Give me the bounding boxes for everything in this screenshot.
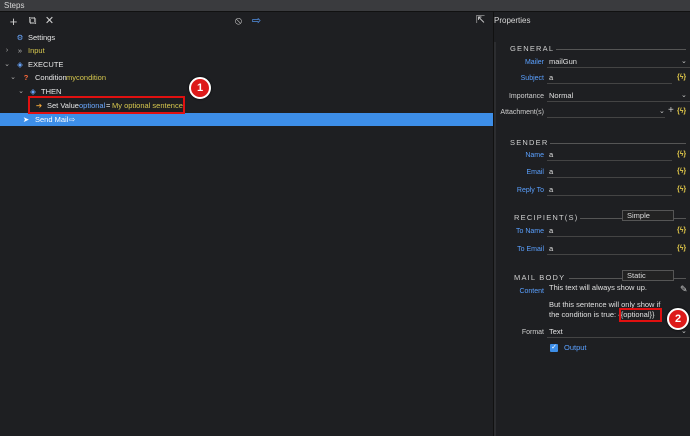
format-select[interactable]: Text bbox=[547, 326, 690, 338]
tree-item-sendmail[interactable]: ➤ Send Mail ⇨ bbox=[0, 113, 493, 126]
attachments-field[interactable] bbox=[547, 106, 665, 118]
sender-name-label: Name bbox=[525, 152, 544, 159]
subject-field[interactable]: a bbox=[547, 72, 672, 84]
panel-icon[interactable]: ⇱ bbox=[474, 14, 487, 27]
dynamic-data-icon[interactable]: {ϟ} bbox=[677, 245, 686, 252]
condition-name: mycondition bbox=[66, 73, 107, 82]
add-attachment-icon[interactable]: + bbox=[668, 105, 674, 116]
tree-item-input[interactable]: › » Input bbox=[0, 44, 493, 57]
double-chevron-icon: » bbox=[17, 46, 23, 55]
properties-panel: ⇱ Properties GENERAL Mailer mailGun ⌄ Su… bbox=[476, 12, 690, 436]
reply-to-label: Reply To bbox=[516, 187, 544, 194]
dynamic-data-icon[interactable]: {ϟ} bbox=[677, 227, 686, 234]
dynamic-data-icon[interactable]: {ϟ} bbox=[677, 151, 686, 158]
section-divider bbox=[556, 49, 686, 50]
tree-item-execute[interactable]: ⌄ ◈ EXECUTE bbox=[0, 58, 493, 71]
highlight-box-1 bbox=[28, 96, 185, 114]
delete-icon[interactable]: ✕ bbox=[43, 15, 56, 28]
export-icon[interactable]: ⇨ bbox=[250, 15, 263, 28]
mailer-select[interactable]: mailGun bbox=[547, 56, 690, 68]
title-bar: Steps bbox=[0, 0, 690, 12]
to-name-label: To Name bbox=[515, 228, 544, 235]
condition-label: Condition bbox=[35, 73, 67, 82]
tree-item-settings[interactable]: ⚙ Settings bbox=[0, 31, 493, 44]
subject-label: Subject bbox=[520, 75, 544, 82]
chevron-right-icon[interactable]: › bbox=[3, 44, 11, 57]
callout-badge-1: 1 bbox=[189, 77, 211, 99]
format-label: Format bbox=[521, 329, 544, 336]
importance-select[interactable]: Normal bbox=[547, 90, 690, 102]
sender-email-field[interactable]: a bbox=[547, 166, 672, 178]
attachments-label: Attachment(s) bbox=[500, 109, 544, 116]
properties-title: Properties bbox=[494, 16, 531, 25]
chevron-down-icon[interactable]: ⌄ bbox=[681, 57, 687, 65]
output-checkbox[interactable]: ✓ bbox=[550, 344, 558, 352]
callout-badge-2: 2 bbox=[667, 308, 689, 330]
cube-icon: ◈ bbox=[17, 60, 23, 69]
chevron-down-icon[interactable]: ⌄ bbox=[659, 107, 665, 115]
chevron-down-icon[interactable]: ⌄ bbox=[17, 85, 25, 98]
to-name-field[interactable]: a bbox=[547, 225, 672, 237]
content-line: the condition is true: bbox=[549, 310, 617, 319]
dynamic-data-icon[interactable]: {ϟ} bbox=[677, 168, 686, 175]
dynamic-data-icon[interactable]: {ϟ} bbox=[677, 74, 686, 81]
section-recipients: RECIPIENT(S) bbox=[514, 213, 579, 222]
highlight-box-2 bbox=[619, 308, 662, 322]
content-label: Content bbox=[519, 288, 544, 295]
tree-item-label: Input bbox=[28, 46, 45, 55]
chevron-down-icon[interactable]: ⌄ bbox=[681, 91, 687, 99]
steps-tree: ⚙ Settings › » Input ⌄ ◈ EXECUTE ⌄ ? Con… bbox=[0, 31, 493, 436]
dynamic-data-icon[interactable]: {ϟ} bbox=[677, 186, 686, 193]
importance-label: Importance bbox=[508, 93, 544, 100]
steps-toolbar: + ⧉ ✕ ⦸ ⇨ bbox=[0, 12, 493, 31]
tree-item-label: Send Mail bbox=[35, 115, 69, 124]
section-mailbody: MAIL BODY bbox=[514, 273, 566, 282]
copy-icon[interactable]: ⧉ bbox=[26, 15, 39, 28]
gear-icon: ⚙ bbox=[16, 33, 24, 42]
mailbody-mode-select[interactable]: Static bbox=[622, 270, 674, 281]
chevron-down-icon[interactable]: ⌄ bbox=[9, 71, 17, 84]
tree-item-condition[interactable]: ⌄ ? Condition mycondition bbox=[0, 71, 493, 84]
output-arrow-icon: ⇨ bbox=[68, 115, 76, 124]
sender-name-field[interactable]: a bbox=[547, 149, 672, 161]
tree-item-label: Settings bbox=[28, 33, 56, 42]
chevron-down-icon[interactable]: ⌄ bbox=[3, 58, 11, 71]
recipients-mode-select[interactable]: Simple bbox=[622, 210, 674, 221]
output-label: Output bbox=[564, 343, 587, 352]
section-sender: SENDER bbox=[510, 138, 549, 147]
paper-plane-icon: ➤ bbox=[22, 115, 30, 124]
tree-item-label: EXECUTE bbox=[28, 60, 64, 69]
dynamic-data-icon[interactable]: {ϟ} bbox=[677, 108, 686, 115]
section-general: GENERAL bbox=[510, 44, 555, 53]
to-email-label: To Email bbox=[517, 246, 544, 253]
panel-title: Steps bbox=[4, 1, 25, 10]
add-icon[interactable]: + bbox=[7, 15, 20, 28]
reply-to-field[interactable]: a bbox=[547, 184, 672, 196]
scrollbar[interactable] bbox=[494, 42, 496, 436]
content-line: This text will always show up. bbox=[549, 283, 647, 292]
to-email-field[interactable]: a bbox=[547, 243, 672, 255]
section-divider bbox=[550, 143, 686, 144]
mailer-label: Mailer bbox=[524, 59, 544, 66]
question-icon: ? bbox=[23, 73, 29, 82]
disable-icon[interactable]: ⦸ bbox=[232, 15, 245, 28]
sender-email-label: Email bbox=[526, 169, 544, 176]
pencil-icon[interactable]: ✎ bbox=[680, 284, 688, 295]
